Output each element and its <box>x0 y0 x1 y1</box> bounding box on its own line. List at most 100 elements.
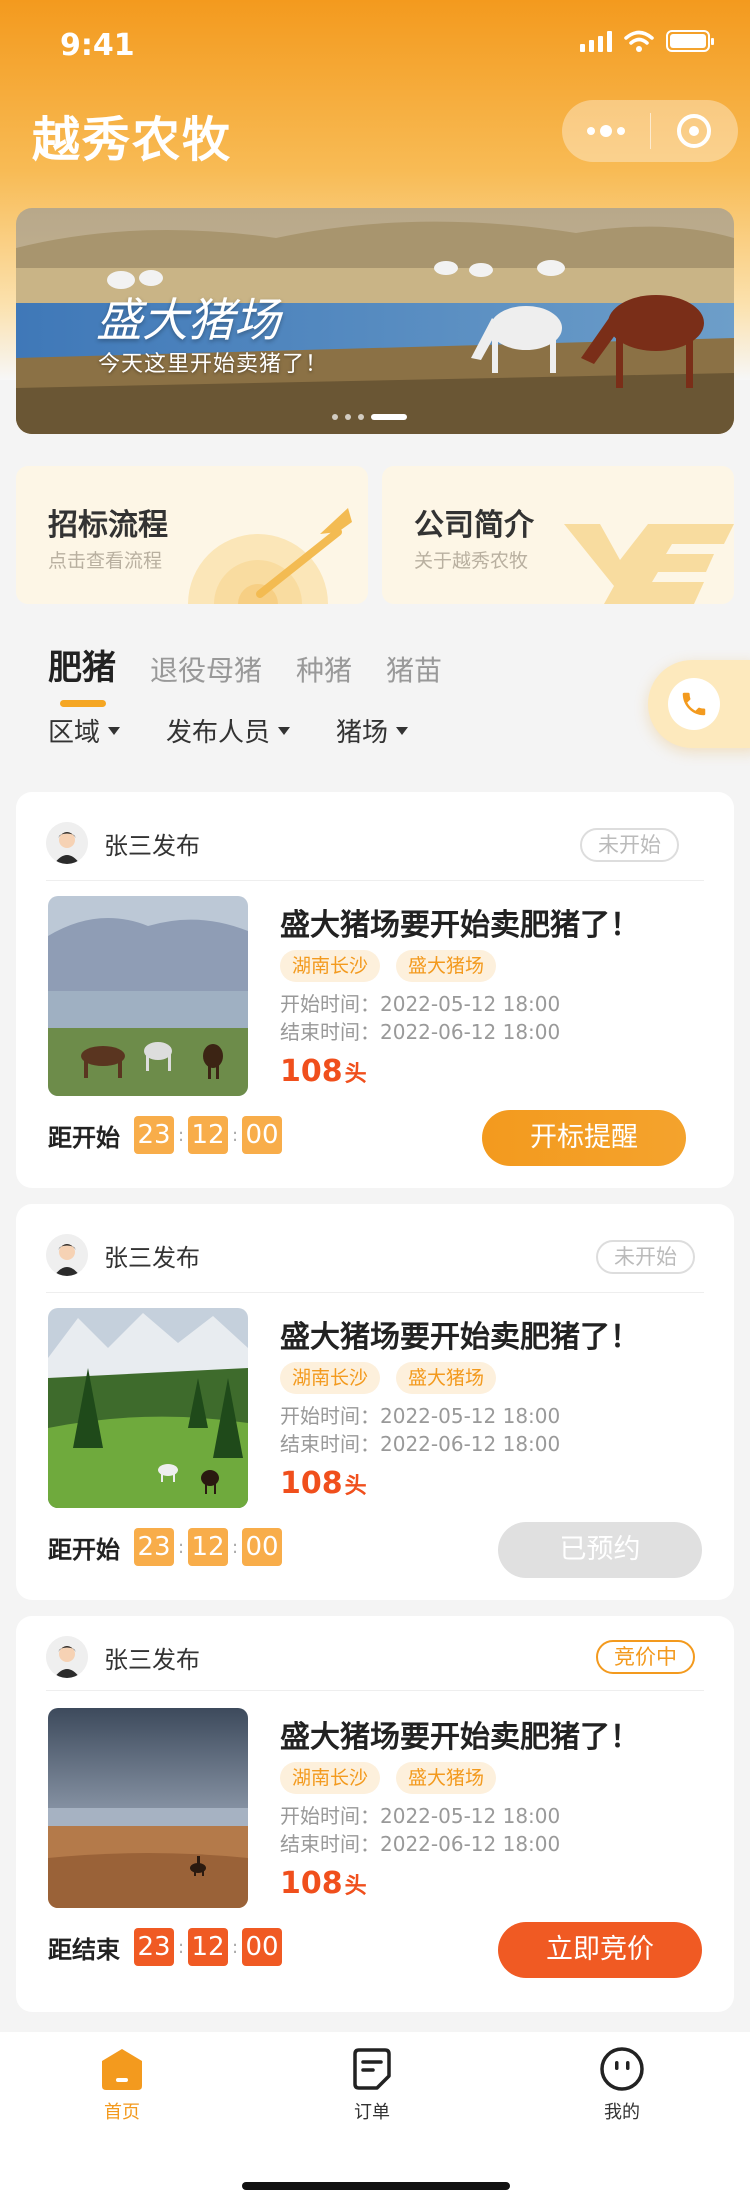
status-badge: 竞价中 <box>596 1640 695 1674</box>
company-intro-card[interactable]: 公司简介 关于越秀农牧 <box>382 466 734 604</box>
countdown: 距开始 23 : 12 : 00 <box>48 1116 282 1154</box>
bid-now-button[interactable]: 立即竞价 <box>498 1922 702 1978</box>
banner[interactable]: 盛大猪场 今天这里开始卖猪了！ <box>16 208 734 434</box>
category-tabs: 肥猪 退役母猪 种猪 猪苗 <box>48 640 476 707</box>
order-icon <box>353 2048 391 2090</box>
status-bar: 9:41 <box>0 0 750 88</box>
filter-bar: 区域 发布人员 猪场 <box>48 712 454 749</box>
count-unit: 头 <box>344 1874 367 1899</box>
company-logo-icon <box>564 524 734 604</box>
count-value: 108 <box>280 1866 343 1901</box>
close-target-icon <box>677 114 712 148</box>
listing-card[interactable]: 张三发布 未开始 盛大猪场要开始卖肥猪了！ 湖南长沙 盛大猪场 开始时间：202… <box>16 792 734 1188</box>
countdown-seconds: 00 <box>242 1928 282 1966</box>
miniprogram-capsule <box>562 100 738 162</box>
filter-region[interactable]: 区域 <box>48 712 121 749</box>
wifi-icon <box>624 30 654 52</box>
countdown-seconds: 00 <box>242 1116 282 1154</box>
head-count: 108头 <box>280 1466 367 1501</box>
listing-card[interactable]: 张三发布 竞价中 盛大猪场要开始卖肥猪了！ 湖南长沙 盛大猪场 开始时间：202… <box>16 1616 734 2012</box>
entry-subtitle: 关于越秀农牧 <box>414 550 529 572</box>
listing-title: 盛大猪场要开始卖肥猪了！ <box>280 1320 640 1355</box>
tab-fat-pig[interactable]: 肥猪 <box>48 640 116 707</box>
listing-title: 盛大猪场要开始卖肥猪了！ <box>280 908 640 943</box>
countdown-seconds: 00 <box>242 1528 282 1566</box>
head-count: 108头 <box>280 1866 367 1901</box>
listing-dates: 开始时间：2022-05-12 18:00 结束时间：2022-06-12 18… <box>280 1402 560 1458</box>
status-badge: 未开始 <box>596 1240 695 1274</box>
battery-icon <box>666 30 714 52</box>
tag-farm: 盛大猪场 <box>396 1362 497 1394</box>
bidding-process-card[interactable]: 招标流程 点击查看流程 <box>16 466 368 604</box>
countdown-label: 距开始 <box>48 1535 120 1564</box>
listing-image <box>48 1308 248 1508</box>
listing-title: 盛大猪场要开始卖肥猪了！ <box>280 1720 640 1755</box>
end-label: 结束时间： <box>280 1832 380 1856</box>
tabbar-label: 我的 <box>604 2102 640 2123</box>
publisher-name: 张三发布 <box>104 1645 200 1674</box>
listing-image <box>48 1708 248 1908</box>
publisher-name: 张三发布 <box>104 1243 200 1272</box>
home-icon <box>102 2049 142 2090</box>
home-indicator <box>242 2182 510 2190</box>
entry-title: 公司简介 <box>414 508 534 543</box>
tag-farm: 盛大猪场 <box>396 950 497 982</box>
countdown-label: 距结束 <box>48 1935 120 1964</box>
banner-title: 盛大猪场 <box>96 293 280 347</box>
countdown-minutes: 12 <box>188 1528 228 1566</box>
filter-label: 猪场 <box>336 718 389 748</box>
end-time: 2022-06-12 18:00 <box>380 1832 561 1856</box>
status-time: 9:41 <box>60 28 135 63</box>
listing-dates: 开始时间：2022-05-12 18:00 结束时间：2022-06-12 18… <box>280 990 560 1046</box>
avatar <box>46 822 88 864</box>
reserved-button[interactable]: 已预约 <box>498 1522 702 1578</box>
more-button[interactable] <box>562 100 650 162</box>
tab-piglet[interactable]: 猪苗 <box>386 649 442 689</box>
target-arrow-icon <box>188 508 352 604</box>
banner-subtitle: 今天这里开始卖猪了！ <box>98 352 329 377</box>
end-label: 结束时间： <box>280 1020 380 1044</box>
countdown: 距结束 23 : 12 : 00 <box>48 1928 282 1966</box>
filter-label: 发布人员 <box>166 718 271 748</box>
tabbar-label: 首页 <box>104 2102 140 2123</box>
entry-subtitle: 点击查看流程 <box>48 550 163 572</box>
listing-dates: 开始时间：2022-05-12 18:00 结束时间：2022-06-12 18… <box>280 1802 560 1858</box>
count-unit: 头 <box>344 1062 367 1087</box>
countdown-minutes: 12 <box>188 1928 228 1966</box>
avatar <box>46 1234 88 1276</box>
end-label: 结束时间： <box>280 1432 380 1456</box>
phone-icon <box>682 692 706 716</box>
start-time: 2022-05-12 18:00 <box>380 1404 561 1428</box>
start-label: 开始时间： <box>280 1804 380 1828</box>
countdown-label: 距开始 <box>48 1123 120 1152</box>
phone-call-button[interactable] <box>648 660 750 748</box>
head-count: 108头 <box>280 1054 367 1089</box>
listing-card[interactable]: 张三发布 未开始 盛大猪场要开始卖肥猪了！ 湖南长沙 盛大猪场 开始时间：202… <box>16 1204 734 1600</box>
countdown: 距开始 23 : 12 : 00 <box>48 1528 282 1566</box>
countdown-hours: 23 <box>134 1528 174 1566</box>
bid-reminder-button[interactable]: 开标提醒 <box>482 1110 686 1166</box>
tag-farm: 盛大猪场 <box>396 1762 497 1794</box>
tabbar-orders[interactable]: 订单 <box>312 2046 432 2124</box>
filter-publisher[interactable]: 发布人员 <box>166 712 291 749</box>
tabbar-home[interactable]: 首页 <box>62 2046 182 2124</box>
tag-location: 湖南长沙 <box>280 1762 381 1794</box>
countdown-hours: 23 <box>134 1928 174 1966</box>
page-title: 越秀农牧 <box>32 112 233 168</box>
start-label: 开始时间： <box>280 992 380 1016</box>
start-time: 2022-05-12 18:00 <box>380 992 561 1016</box>
publisher-name: 张三发布 <box>104 831 200 860</box>
tabbar-profile[interactable]: 我的 <box>562 2046 682 2124</box>
filter-farm[interactable]: 猪场 <box>336 712 409 749</box>
filter-label: 区域 <box>48 718 101 748</box>
tabbar-label: 订单 <box>354 2102 390 2123</box>
bottom-tab-bar: 首页 订单 我的 <box>0 2032 750 2204</box>
countdown-hours: 23 <box>134 1116 174 1154</box>
banner-pagination[interactable] <box>332 414 407 420</box>
tab-breeding-pig[interactable]: 种猪 <box>296 649 352 689</box>
entry-title: 招标流程 <box>48 508 168 543</box>
count-value: 108 <box>280 1054 343 1089</box>
tag-location: 湖南长沙 <box>280 950 381 982</box>
tab-retired-sow[interactable]: 退役母猪 <box>150 649 262 689</box>
close-button[interactable] <box>651 100 739 162</box>
